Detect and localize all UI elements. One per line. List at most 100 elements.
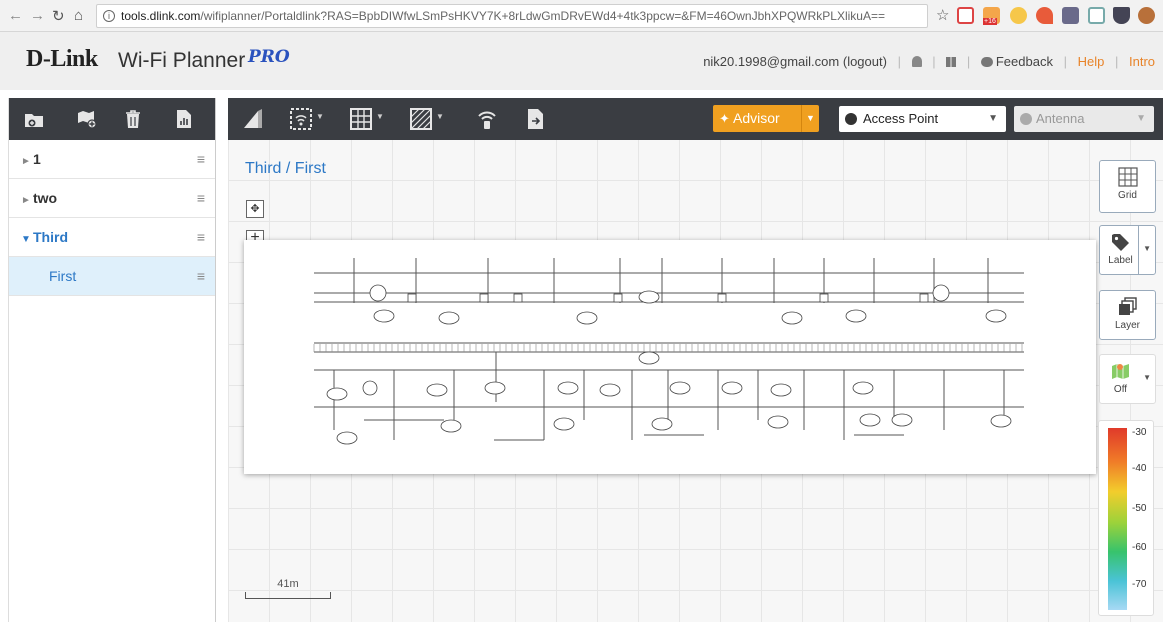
dropdown-caret-icon[interactable]: ▼ [316,112,324,134]
apps-grid-icon[interactable] [946,57,957,67]
info-icon[interactable]: i [103,10,115,22]
address-bar[interactable]: i tools.dlink.com/wifiplanner/Portaldlin… [96,4,928,28]
separator: | [932,54,936,69]
home-icon[interactable]: ⌂ [74,7,83,24]
tree-item-label: two [33,190,58,206]
heatmap-toggle-button[interactable]: ▼ Off [1099,354,1156,404]
user-bar: nik20.1998@gmail.com (logout) | | | Feed… [703,54,1155,69]
report-icon[interactable] [174,109,194,129]
floor-tool-icon[interactable] [350,108,372,130]
access-point-tool-icon[interactable] [476,108,498,130]
scale-bar: 41m [245,578,331,600]
url-host: tools.dlink.com [121,9,201,23]
chat-bubble-icon [980,57,993,67]
wifi-zone-tool-icon[interactable] [290,108,312,130]
caret-right-icon[interactable]: ► [21,143,33,181]
legend-tick: -70 [1132,579,1147,590]
legend-tick: -40 [1132,463,1147,474]
left-toolbar [9,98,215,140]
heatmap-dropdown-icon[interactable]: ▼ [1143,373,1151,382]
wall-tool-icon[interactable] [242,108,264,130]
flower-extension-icon[interactable] [1010,7,1027,24]
menu-icon[interactable]: ≡ [197,179,205,217]
floor-plan-image[interactable] [244,240,1096,474]
heatmap-button-label: Off [1113,384,1128,395]
floor-breadcrumb: Third / First [245,160,326,177]
tree-item-1[interactable]: ► 1 ≡ [9,140,215,179]
shield-extension-icon[interactable] [1113,7,1130,24]
tree-item-label: First [49,268,77,284]
label-dropdown-icon[interactable]: ▼ [1143,244,1151,253]
tab-extension-icon[interactable] [1062,7,1079,24]
intro-link[interactable]: Intro [1129,54,1155,69]
url-path: /wifiplanner/Portaldlink?RAS=BpbDIWfwLSm… [200,9,885,23]
feedback-link[interactable]: Feedback [996,54,1053,69]
advisor-button[interactable]: ✦ Advisor ▼ [713,105,819,132]
new-folder-icon[interactable] [24,109,44,129]
user-email: nik20.1998@gmail.com [703,54,840,69]
menu-icon[interactable]: ≡ [197,218,205,256]
legend-tick: -50 [1132,503,1147,514]
gmail-icon[interactable] [957,7,974,24]
plus-circle-icon [845,113,857,125]
app-header: D-Link Wi-Fi Planner PRO nik20.1998@gmai… [0,32,1163,90]
layer-button-label: Layer [1114,320,1140,331]
caret-right-icon[interactable]: ► [21,182,33,220]
plus-circle-icon [1020,113,1032,125]
pin-extension-icon[interactable] [1036,7,1053,24]
extension-badge: +16 [983,18,997,25]
menu-icon[interactable]: ≡ [197,140,205,178]
label-toggle-button[interactable]: ▼ Label [1099,225,1156,275]
back-icon[interactable]: ← [8,7,23,24]
tree-item-first[interactable]: First ≡ [9,257,215,296]
advisor-label: Advisor [733,110,780,126]
floor-plan-drawing [313,258,1024,445]
help-link[interactable]: Help [1078,54,1105,69]
access-point-select[interactable]: Access Point ▼ [839,106,1006,132]
grid-button-label: Grid [1118,190,1137,201]
hatch-area-tool-icon[interactable] [410,108,432,130]
trash-icon[interactable] [123,109,143,129]
access-point-label: Access Point [863,111,939,126]
logout-link[interactable]: (logout) [843,54,887,69]
split-divider [1138,226,1139,274]
separator: | [897,54,901,69]
tree-item-third[interactable]: ▼ Third ≡ [9,218,215,257]
export-tool-icon[interactable] [526,108,546,130]
dropdown-caret-icon[interactable]: ▼ [376,112,384,134]
signal-strength-legend: -30 -40 -50 -60 -70 [1098,420,1154,616]
browser-toolbar: ← → ↻ ⌂ i tools.dlink.com/wifiplanner/Po… [0,0,1163,32]
select-arrow-icon: ▼ [988,113,998,124]
separator: | [1114,54,1119,69]
fit-view-icon[interactable]: ✥ [246,200,264,218]
signal-gradient-bar [1108,428,1127,610]
dlink-logo: D-Link [26,46,98,72]
pages-extension-icon[interactable] [1088,7,1105,24]
caret-down-icon[interactable]: ▼ [21,221,33,259]
tree-item-label: Third [33,229,68,245]
menu-icon[interactable]: ≡ [197,257,205,295]
forward-icon[interactable]: → [30,7,45,24]
advisor-dropdown-icon[interactable]: ▼ [801,105,819,132]
scale-label: 41m [277,578,299,590]
dropdown-caret-icon[interactable]: ▼ [436,112,444,134]
grid-icon [1117,167,1138,187]
reload-icon[interactable]: ↻ [52,7,65,25]
bookmark-star-icon[interactable]: ☆ [936,6,949,24]
select-arrow-icon: ▼ [1136,113,1146,124]
planner-canvas[interactable]: ▼ ▼ ▼ ✦ Advisor ▼ Access Point ▼ Antenna… [228,98,1163,622]
add-map-icon[interactable] [77,109,97,129]
scale-ruler [245,592,331,599]
floor-tree-panel: ► 1 ≡ ► two ≡ ▼ Third ≡ First ≡ [8,98,216,622]
bell-icon[interactable] [911,56,922,67]
label-button-label: Label [1108,255,1133,266]
map-pin-icon [1111,364,1129,379]
layer-toggle-button[interactable]: Layer [1099,290,1156,340]
layers-icon [1118,297,1137,315]
antenna-select: Antenna ▼ [1014,106,1154,132]
grid-toggle-button[interactable]: Grid [1099,160,1156,213]
profile-icon[interactable] [1138,7,1155,24]
separator: | [966,54,971,69]
legend-tick: -60 [1132,542,1147,553]
tree-item-two[interactable]: ► two ≡ [9,179,215,218]
